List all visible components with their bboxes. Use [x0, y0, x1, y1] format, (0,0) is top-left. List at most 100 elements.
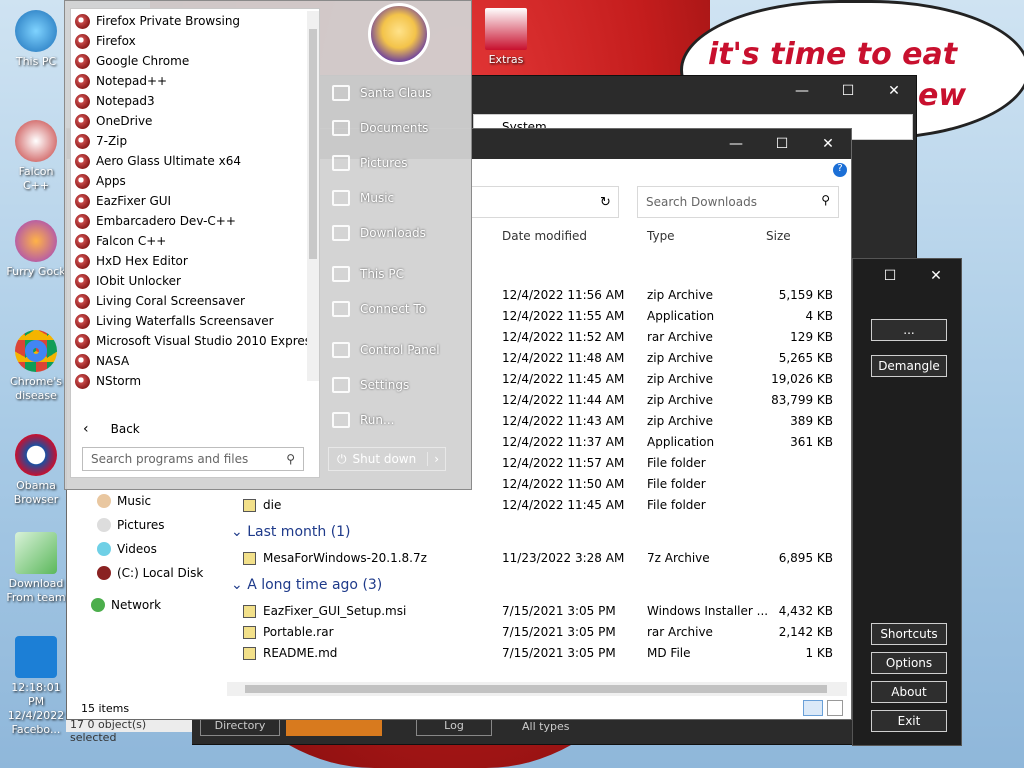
demangle-button[interactable]: Demangle — [871, 355, 947, 377]
shutdown-button[interactable]: ⏻ Shut down › — [328, 447, 446, 471]
program-icon — [75, 153, 90, 169]
search-programs-input[interactable]: Search programs and files ⚲ — [82, 447, 304, 471]
col-size[interactable]: Size — [766, 229, 791, 249]
all-types-checkbox[interactable]: All types — [522, 720, 569, 733]
scroll-thumb[interactable] — [245, 685, 827, 693]
program-item[interactable]: Apps — [71, 171, 319, 191]
network-icon — [91, 598, 105, 612]
start-right-item[interactable]: Documents — [322, 110, 472, 145]
help-icon[interactable]: ? — [833, 163, 847, 177]
table-row[interactable]: Portable.rar 7/15/2021 3:05 PM rar Archive… — [67, 622, 851, 643]
back-button[interactable]: ‹ Back — [83, 421, 140, 437]
desktop-icon-facebook[interactable]: 12:18:01 PM 12/4/2022 Facebo... — [4, 636, 68, 737]
nav-videos[interactable]: Videos — [97, 542, 157, 556]
about-button[interactable]: About — [871, 681, 947, 703]
program-item[interactable]: Notepad3 — [71, 91, 319, 111]
start-right-item[interactable]: Connect To — [322, 291, 472, 326]
log-button[interactable]: Log — [416, 718, 492, 736]
shortcuts-button[interactable]: Shortcuts — [871, 623, 947, 645]
status-text: 17 0 object(s) selected — [66, 718, 192, 744]
maximize-button[interactable]: ☐ — [759, 129, 805, 159]
program-item[interactable]: Living Coral Screensaver — [71, 291, 319, 311]
program-item[interactable]: 7-Zip — [71, 131, 319, 151]
start-right-item[interactable]: Pictures — [322, 145, 472, 180]
program-item[interactable]: Google Chrome — [71, 51, 319, 71]
demangler-window[interactable]: ☐ ✕ ... Demangle Shortcuts Options About… — [852, 258, 962, 746]
nav-local-disk[interactable]: (C:) Local Disk — [97, 566, 203, 580]
col-date-modified[interactable]: Date modified — [502, 229, 587, 249]
minimize-button[interactable]: — — [713, 129, 759, 159]
program-item[interactable]: Embarcadero Dev-C++ — [71, 211, 319, 231]
program-item[interactable]: OneDrive — [71, 111, 319, 131]
close-button[interactable]: ✕ — [805, 129, 851, 159]
close-button[interactable]: ✕ — [871, 76, 917, 106]
large-icons-view-icon[interactable] — [827, 700, 843, 716]
program-item[interactable]: Falcon C++ — [71, 231, 319, 251]
horizontal-scrollbar[interactable] — [227, 682, 847, 696]
search-input[interactable]: Search Downloads ⚲ — [637, 186, 839, 218]
browse-button[interactable]: ... — [871, 319, 947, 341]
table-row[interactable]: README.md 7/15/2021 3:05 PM MD File 1 KB — [67, 643, 851, 664]
start-right-item[interactable]: This PC — [322, 256, 472, 291]
programs-scrollbar[interactable] — [307, 11, 319, 381]
disk-icon — [97, 566, 111, 580]
program-item[interactable]: Firefox Private Browsing — [71, 11, 319, 31]
minimize-button[interactable]: — — [779, 76, 825, 106]
program-icon — [75, 53, 90, 69]
nav-music[interactable]: Music — [97, 494, 151, 508]
program-item[interactable]: NASA — [71, 351, 319, 371]
col-type[interactable]: Type — [647, 229, 675, 249]
program-item[interactable]: Notepad++ — [71, 71, 319, 91]
options-button[interactable]: Options — [871, 652, 947, 674]
desktop-icon-chrome[interactable]: Chrome's disease — [4, 330, 68, 403]
start-right-item[interactable]: Settings — [322, 367, 472, 402]
nav-pictures[interactable]: Pictures — [97, 518, 165, 532]
videos-icon — [97, 542, 111, 556]
program-icon — [75, 93, 90, 109]
start-right-item[interactable]: Music — [322, 180, 472, 215]
nav-network[interactable]: Network — [91, 598, 161, 612]
desktop-icon-furry-gock[interactable]: Furry Gock — [4, 220, 68, 279]
program-icon — [75, 133, 90, 149]
start-right-column: Santa Claus Documents Pictures Music Downloa… — [322, 75, 472, 437]
user-avatar[interactable] — [368, 3, 430, 65]
exit-button[interactable]: Exit — [871, 710, 947, 732]
obama-logo-icon — [15, 434, 57, 476]
program-item[interactable]: HxD Hex Editor — [71, 251, 319, 271]
chevron-right-icon[interactable]: › — [427, 452, 445, 466]
start-right-item[interactable]: Run... — [322, 402, 472, 437]
desktop-icon-this-pc[interactable]: This PC — [4, 10, 68, 69]
program-item[interactable]: Microsoft Visual Studio 2010 Express — [71, 331, 319, 351]
program-icon — [75, 193, 90, 209]
maximize-button[interactable]: ☐ — [825, 76, 871, 106]
folder-icon — [332, 411, 350, 428]
maximize-button[interactable]: ☐ — [867, 261, 913, 291]
table-row[interactable]: EazFixer_GUI_Setup.msi 7/15/2021 3:05 PM W… — [67, 601, 851, 622]
directory-button[interactable]: Directory — [200, 718, 280, 736]
desktop-icon-falcon[interactable]: Falcon C++ — [4, 120, 68, 193]
desktop-icon-download[interactable]: Download From team — [4, 532, 68, 605]
address-bar[interactable]: ↻ — [471, 186, 619, 218]
group-long-ago[interactable]: ⌄ A long time ago (3) — [231, 577, 382, 593]
program-item[interactable]: Aero Glass Ultimate x64 — [71, 151, 319, 171]
program-item[interactable]: Living Waterfalls Screensaver — [71, 311, 319, 331]
program-icon — [75, 313, 90, 329]
folder-icon — [332, 119, 350, 136]
program-icon — [75, 113, 90, 129]
refresh-icon[interactable]: ↻ — [600, 195, 611, 210]
group-last-month[interactable]: ⌄ Last month (1) — [231, 524, 351, 540]
table-row[interactable]: die 12/4/2022 11:45 AM File folder — [67, 495, 851, 516]
program-item[interactable]: NStorm — [71, 371, 319, 391]
start-right-item[interactable]: Downloads — [322, 215, 472, 250]
desktop-icon-obama-browser[interactable]: Obama Browser — [4, 434, 68, 507]
start-right-item[interactable]: Control Panel — [322, 332, 472, 367]
program-icon — [75, 233, 90, 249]
program-item[interactable]: EazFixer GUI — [71, 191, 319, 211]
desktop-icon-extras[interactable]: Extras — [474, 8, 538, 67]
program-item[interactable]: Firefox — [71, 31, 319, 51]
close-button[interactable]: ✕ — [913, 261, 959, 291]
details-view-icon[interactable] — [803, 700, 823, 716]
start-right-item[interactable]: Santa Claus — [322, 75, 472, 110]
program-item[interactable]: IObit Unlocker — [71, 271, 319, 291]
scroll-thumb[interactable] — [309, 29, 317, 259]
